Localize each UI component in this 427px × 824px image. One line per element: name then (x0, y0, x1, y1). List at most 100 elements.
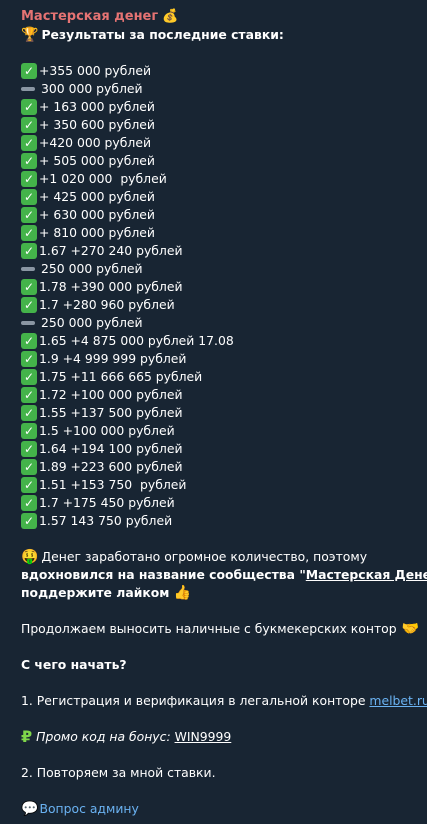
check-mark-icon: ✓ (21, 243, 37, 259)
paragraph-cash: Продолжаем выносить наличные с букмекерс… (21, 620, 419, 638)
result-row: ✓ 1.5 +100 000 рублей (21, 422, 413, 440)
check-mark-icon: ✓ (21, 225, 37, 241)
trophy-icon: 🏆 (21, 27, 39, 43)
sender[interactable]: Мастерская денег 💰 (21, 8, 413, 26)
check-mark-icon: ✓ (21, 369, 37, 385)
message-bubble: Мастерская денег 💰 🏆 Результаты за после… (0, 0, 427, 824)
result-text: 300 000 рублей (41, 81, 143, 96)
result-row: ✓ 1.89 +223 600 рублей (21, 458, 413, 476)
check-mark-icon: ✓ (21, 423, 37, 439)
speech-bubble-icon: 💬 (21, 801, 39, 817)
step-1-text: 1. Регистрация и верификация в легальной… (21, 693, 370, 708)
result-text: 1.5 +100 000 рублей (39, 423, 175, 438)
check-mark-icon: ✓ (21, 351, 37, 367)
result-row: ✓ 1.67 +270 240 рублей (21, 242, 413, 260)
dash-icon (21, 321, 35, 325)
result-text: + 630 000 рублей (39, 207, 155, 222)
promo-label: Промо код на бонус: (36, 729, 175, 744)
result-row: ✓ + 630 000 рублей (21, 206, 413, 224)
result-row: ✓ 1.7 +175 450 рублей (21, 494, 413, 512)
step-1: 1. Регистрация и верификация в легальной… (21, 692, 427, 710)
result-text: 1.75 +11 666 665 рублей (39, 369, 203, 384)
result-row: ✓ 1.57 143 750 рублей (21, 512, 413, 530)
result-text: 1.67 +270 240 рублей (39, 243, 183, 258)
result-row: ✓ 1.9 +4 999 999 рублей (21, 350, 413, 368)
step-2: 2. Повторяем за мной ставки. (21, 765, 216, 780)
money-bag-icon: 💰 (162, 9, 179, 24)
results-header: 🏆 Результаты за последние ставки: (21, 26, 413, 44)
result-row: ✓ 1.7 +280 960 рублей (21, 296, 413, 314)
result-text: +1 020 000 рублей (39, 171, 167, 186)
check-mark-icon: ✓ (21, 153, 37, 169)
check-mark-icon: ✓ (21, 441, 37, 457)
result-row: ✓ +355 000 рублей (21, 62, 413, 80)
result-text: 250 000 рублей (41, 261, 143, 276)
money-face-icon: 🤑 (21, 549, 39, 565)
result-row: ✓ 1.55 +137 500 рублей (21, 404, 413, 422)
check-mark-icon: ✓ (21, 387, 37, 403)
result-row: ✓ +420 000 рублей (21, 134, 413, 152)
results-header-text: Результаты за последние ставки: (41, 27, 284, 42)
melbet-link[interactable]: melbet.ru (369, 692, 427, 710)
result-row: ✓ + 350 600 рублей (21, 116, 413, 134)
cash-text: Продолжаем выносить наличные с букмекерс… (21, 621, 397, 636)
thumbs-up-icon: 👍 (173, 585, 191, 601)
promo-code[interactable]: WIN9999 (175, 728, 232, 746)
check-mark-icon: ✓ (21, 495, 37, 511)
check-mark-icon: ✓ (21, 297, 37, 313)
admin-line[interactable]: 💬 Вопрос админу (21, 800, 413, 818)
result-text: +355 000 рублей (39, 63, 151, 78)
check-mark-icon: ✓ (21, 207, 37, 223)
result-row: 250 000 рублей (21, 260, 413, 278)
result-row: ✓ + 505 000 рублей (21, 152, 413, 170)
result-row: 300 000 рублей (21, 80, 413, 98)
result-text: + 425 000 рублей (39, 189, 155, 204)
sender-name[interactable]: Мастерская денег (21, 8, 158, 26)
result-text: 1.64 +194 100 рублей (39, 441, 183, 456)
result-row: ✓ 1.72 +100 000 рублей (21, 386, 413, 404)
result-row: 250 000 рублей (21, 314, 413, 332)
result-text: 1.57 143 750 рублей (39, 513, 173, 528)
check-mark-icon: ✓ (21, 405, 37, 421)
result-text: + 163 000 рублей (39, 99, 155, 114)
result-row: ✓ + 810 000 рублей (21, 224, 413, 242)
result-row: ✓ 1.78 +390 000 рублей (21, 278, 413, 296)
result-text: 1.89 +223 600 рублей (39, 459, 183, 474)
result-text: + 810 000 рублей (39, 225, 155, 240)
check-mark-icon: ✓ (21, 135, 37, 151)
results-list: ✓ +355 000 рублей 300 000 рублей ✓ + 163 000… (21, 62, 413, 530)
promo-line: ₽ Промо код на бонус: WIN9999 (21, 728, 413, 746)
result-text: 1.51 +153 750 рублей (39, 477, 187, 492)
result-text: 1.72 +100 000 рублей (39, 387, 183, 402)
dash-icon (21, 267, 35, 271)
start-heading: С чего начать? (21, 657, 127, 672)
check-mark-icon: ✓ (21, 99, 37, 115)
check-mark-icon: ✓ (21, 63, 37, 79)
result-row: ✓ 1.75 +11 666 665 рублей (21, 368, 413, 386)
result-text: 250 000 рублей (41, 315, 143, 330)
admin-link[interactable]: Вопрос админу (39, 800, 138, 818)
check-mark-icon: ✓ (21, 477, 37, 493)
check-mark-icon: ✓ (21, 459, 37, 475)
result-text: 1.55 +137 500 рублей (39, 405, 183, 420)
result-row: ✓ + 425 000 рублей (21, 188, 413, 206)
check-mark-icon: ✓ (21, 333, 37, 349)
check-mark-icon: ✓ (21, 189, 37, 205)
result-row: ✓ 1.64 +194 100 рублей (21, 440, 413, 458)
ruble-icon: ₽ (21, 727, 33, 746)
check-mark-icon: ✓ (21, 117, 37, 133)
result-row: ✓ +1 020 000 рублей (21, 170, 413, 188)
result-text: + 505 000 рублей (39, 153, 155, 168)
community-name-link[interactable]: Мастерская Денег (306, 566, 427, 584)
result-row: ✓ 1.65 +4 875 000 рублей 17.08 (21, 332, 413, 350)
check-mark-icon: ✓ (21, 171, 37, 187)
result-text: 1.7 +175 450 рублей (39, 495, 175, 510)
paragraph-earnings: 🤑 Денег заработано огромное количество, … (21, 548, 427, 602)
